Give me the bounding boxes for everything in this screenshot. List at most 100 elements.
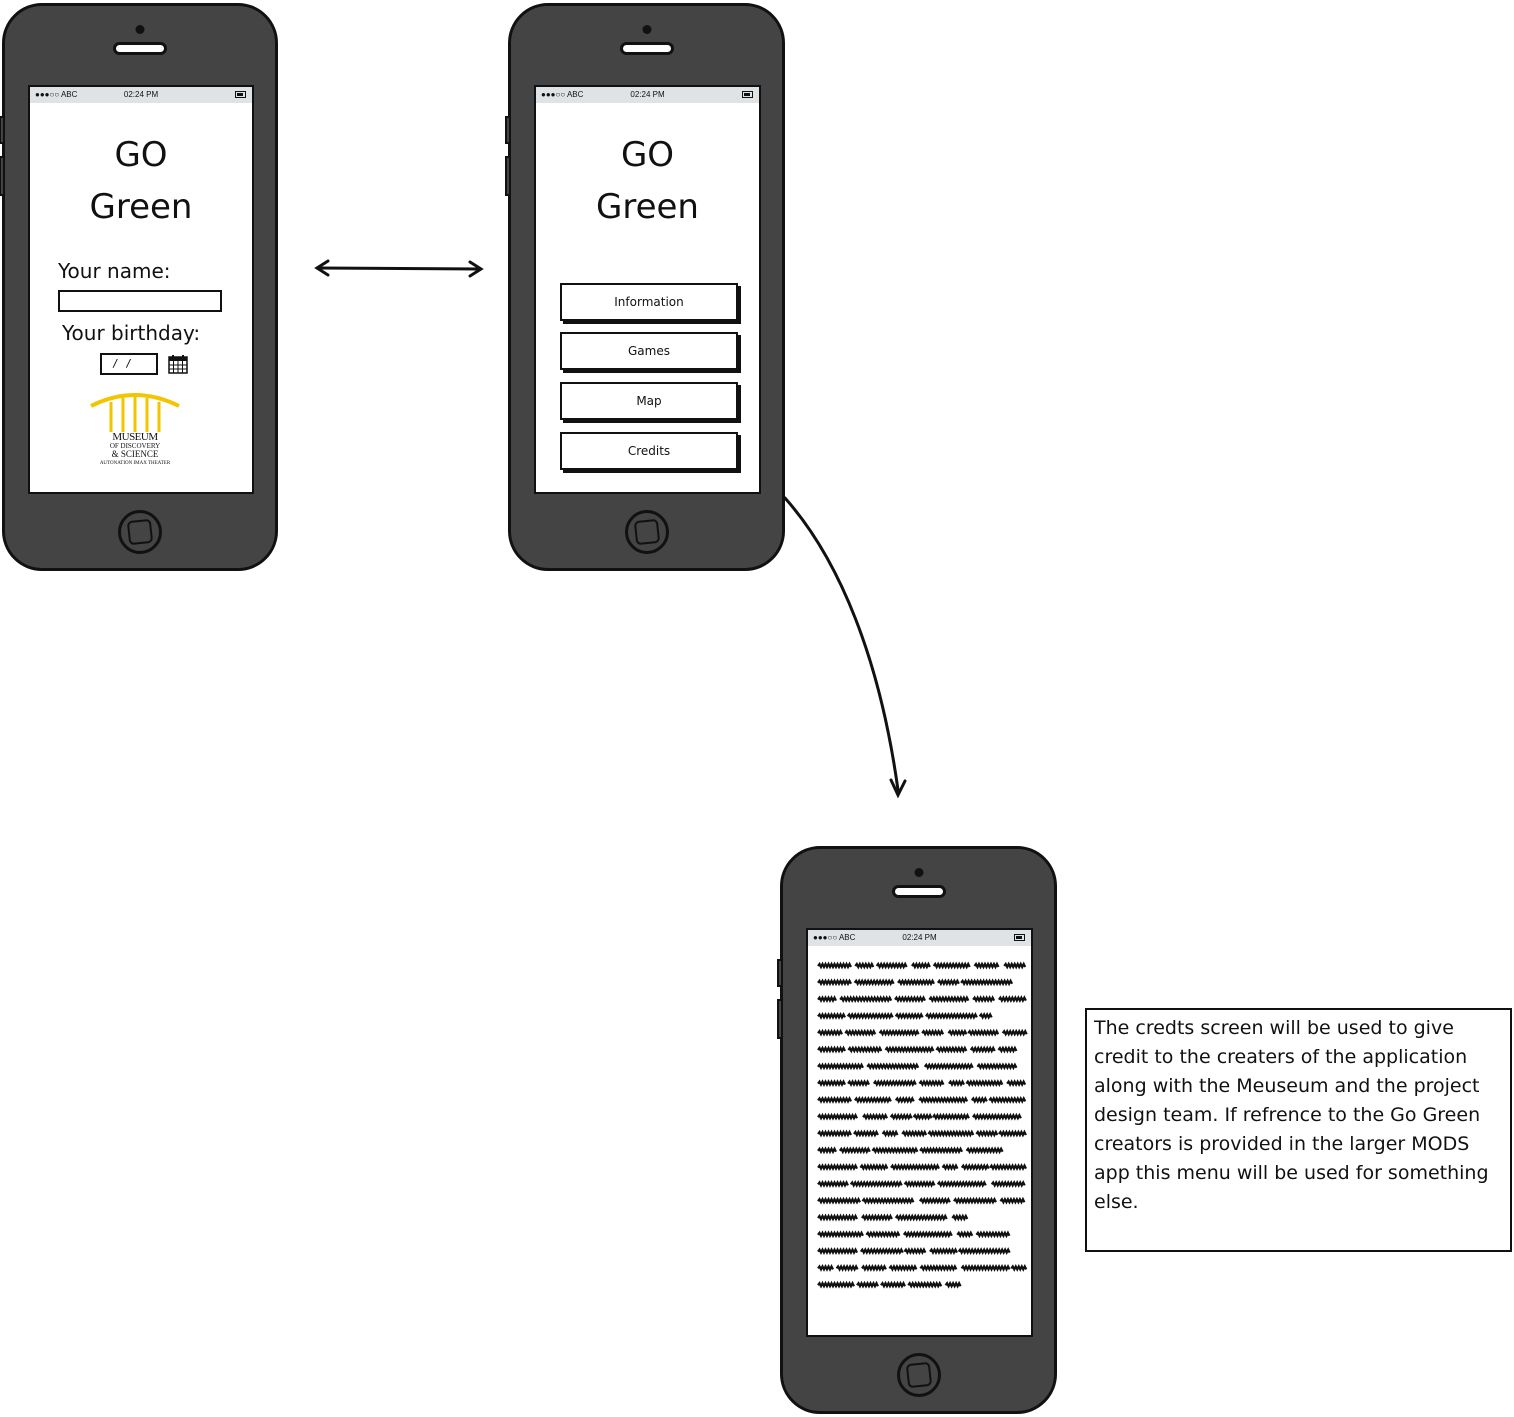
app-title: GO Green: [536, 129, 759, 233]
scribble-word: [989, 1163, 1027, 1172]
name-input[interactable]: [58, 290, 222, 312]
birthday-input[interactable]: / /: [100, 353, 158, 375]
scribble-word: [976, 1062, 1018, 1071]
home-button[interactable]: [624, 510, 669, 554]
scribble-word: [838, 1146, 871, 1155]
scribble-word: [973, 961, 1000, 970]
title-line-2: Green: [596, 187, 699, 227]
games-button[interactable]: Games: [560, 332, 738, 370]
scribble-word: [817, 1095, 852, 1104]
scribble-word: [847, 1079, 871, 1088]
information-button[interactable]: Information: [560, 283, 738, 321]
scribble-word: [932, 961, 971, 970]
scribble-word: [866, 1062, 920, 1071]
scribble-word: [902, 1230, 953, 1239]
annotation-note: The credts screen will be used to give c…: [1085, 1008, 1512, 1252]
screen-menu: ●●●○○ ABC 02:24 PM GO Green Information …: [534, 85, 761, 494]
scribble-word: [817, 1079, 846, 1088]
time-label: 02:24 PM: [123, 90, 159, 99]
scribble-word: [859, 1247, 904, 1256]
scribble-word: [839, 995, 893, 1004]
scribble-word: [918, 1196, 951, 1205]
scribble-word: [817, 961, 852, 970]
side-button: [777, 959, 783, 987]
name-label: Your name:: [58, 259, 171, 283]
scribble-word: [970, 1095, 988, 1104]
phone-credits: ●●●○○ ABC 02:24 PM: [777, 846, 1057, 1414]
scribble-word: [998, 1129, 1027, 1138]
scribble-word: [999, 1196, 1026, 1205]
scribble-word: [1003, 961, 1027, 970]
scribble-word: [936, 978, 960, 987]
battery-icon: [235, 91, 246, 98]
credits-button[interactable]: Credits: [560, 432, 738, 470]
side-button: [777, 999, 783, 1039]
scribble-word: [880, 1280, 906, 1289]
scribble-word: [903, 1247, 927, 1256]
scribble-word: [817, 1028, 843, 1037]
map-button[interactable]: Map: [560, 382, 738, 420]
scribble-word: [912, 1112, 933, 1121]
scribble-word: [935, 1045, 968, 1054]
camera-dot: [135, 25, 145, 34]
scribble-word: [871, 1146, 919, 1155]
birthday-label: Your birthday:: [62, 321, 201, 345]
scribble-word: [849, 1179, 903, 1188]
scribble-word: [948, 1079, 965, 1088]
scribble-word: [923, 1062, 974, 1071]
scribble-word: [835, 1263, 859, 1272]
scribble-word: [967, 1028, 1000, 1037]
scribble-word: [971, 1112, 1022, 1121]
scribble-word: [817, 978, 852, 987]
scribble-word: [1006, 1079, 1027, 1088]
scribble-word: [817, 1247, 858, 1256]
side-button: [505, 116, 511, 144]
scribble-word: [894, 1213, 948, 1222]
scribble-word: [847, 1045, 883, 1054]
scribble-word: [817, 1129, 852, 1138]
speaker: [113, 42, 167, 55]
scribble-word: [897, 978, 935, 987]
scribble-word: [944, 1280, 962, 1289]
scribble-word: [881, 1129, 899, 1138]
scribble-word: [853, 978, 895, 987]
scribble-word: [921, 1028, 945, 1037]
home-button[interactable]: [118, 510, 162, 554]
scribble-word: [861, 1263, 887, 1272]
scribble-word: [903, 1179, 936, 1188]
time-label: 02:24 PM: [630, 90, 665, 99]
side-button: [0, 156, 5, 196]
scribble-word: [854, 961, 875, 970]
scribble-word: [861, 1213, 893, 1222]
screen-credits: ●●●○○ ABC 02:24 PM: [806, 928, 1033, 1337]
phone-login: ●●●○○ ABC 02:24 PM GO Green Your name: Y…: [0, 3, 278, 571]
scribble-word: [975, 1230, 1011, 1239]
screen-login: ●●●○○ ABC 02:24 PM GO Green Your name: Y…: [28, 85, 254, 494]
scribble-word: [936, 1179, 987, 1188]
scribble-word: [844, 1028, 877, 1037]
status-bar: ●●●○○ ABC 02:24 PM: [536, 87, 759, 103]
museum-logo: MUSEUM OF DISCOVERY & SCIENCE AUTONATION…: [85, 390, 185, 476]
logo-text-museum: MUSEUM: [112, 431, 158, 443]
scribble-word: [817, 1011, 846, 1020]
home-button[interactable]: [896, 1353, 941, 1397]
scribble-word: [929, 1247, 958, 1256]
scribble-word: [901, 1129, 928, 1138]
scribble-word: [918, 1095, 969, 1104]
calendar-icon[interactable]: [168, 354, 188, 374]
scribble-word: [878, 1028, 920, 1037]
scribble-word: [927, 1129, 975, 1138]
scribble-word: [853, 1129, 879, 1138]
scribble-word: [817, 1163, 858, 1172]
title-line-2: Green: [89, 187, 193, 227]
scribble-word: [889, 1112, 913, 1121]
scribble-word: [947, 1028, 968, 1037]
scribble-word: [817, 1196, 861, 1205]
scribble-word: [817, 1179, 849, 1188]
scribble-word: [817, 995, 837, 1004]
credits-placeholder-text: [817, 961, 1028, 1289]
scribble-word: [817, 1213, 858, 1222]
scribble-word: [817, 1146, 837, 1155]
scribble-word: [872, 1079, 917, 1088]
title-line-1: GO: [114, 135, 168, 175]
